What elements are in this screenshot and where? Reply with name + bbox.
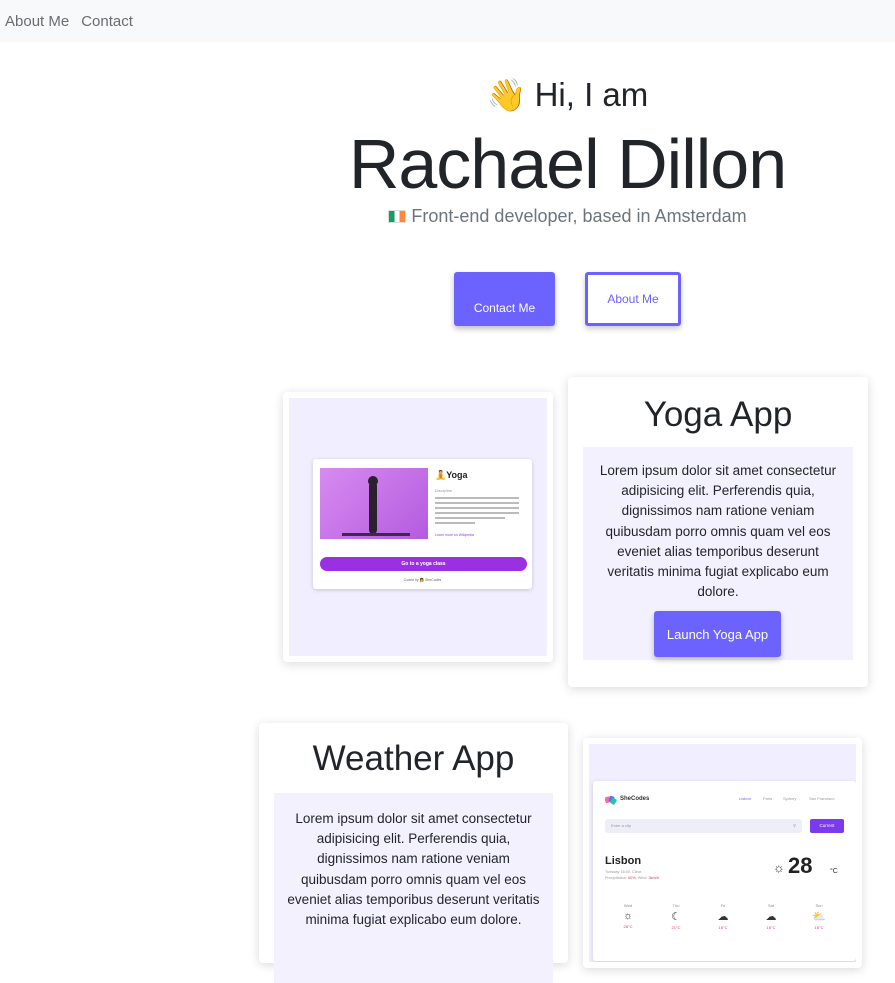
waving-hand-icon: 👋 xyxy=(486,77,527,113)
contact-me-button[interactable]: Contact Me xyxy=(454,272,555,326)
partly-cloudy-icon: ⛅ xyxy=(812,911,826,923)
weather-preview-search-placeholder: Enter a city xyxy=(611,823,632,828)
weather-preview-city-link: Sydney xyxy=(783,796,797,801)
hero-name: Rachael Dillon xyxy=(348,125,787,203)
yoga-app-description-card: Yoga App Lorem ipsum dolor sit amet cons… xyxy=(568,377,868,687)
precipitation-label: Precipitation: xyxy=(605,876,627,880)
weather-app-title: Weather App xyxy=(312,739,515,778)
text-line xyxy=(435,507,519,509)
forecast-day: Fri ☁ 16°C xyxy=(703,903,743,930)
greeting-text: Hi, I am xyxy=(534,76,649,113)
launch-yoga-app-button[interactable]: Launch Yoga App xyxy=(654,611,781,657)
sun-icon: ☼ xyxy=(622,910,634,922)
weather-preview-city-link: Paris xyxy=(763,796,773,801)
text-line xyxy=(435,512,519,514)
subtitle-text: Front-end developer, based in Amsterdam xyxy=(411,206,747,226)
weather-app-screenshot: SheCodes Lisbon Paris Sydney San Francis… xyxy=(589,744,856,962)
precipitation-value: 60% xyxy=(628,876,636,880)
weather-preview-details: Precipitation: 60%, Wind: 3km/h xyxy=(605,876,659,880)
nav-link-contact[interactable]: Contact xyxy=(81,13,133,30)
weather-preview-temperature: 28 xyxy=(788,853,813,878)
nav-link-about[interactable]: About Me xyxy=(5,13,69,30)
yoga-app-screenshot: 🧘Yoga Discipline Learn more on Wikipedia… xyxy=(289,398,547,656)
weather-preview-brand: SheCodes xyxy=(620,796,650,802)
yoga-app-description: Lorem ipsum dolor sit amet consectetur a… xyxy=(599,463,837,600)
weather-app-description-box: Lorem ipsum dolor sit amet consectetur a… xyxy=(274,793,553,983)
forecast-day: Sun ⛅ 16°C xyxy=(799,903,839,930)
cloud-icon: ☁ xyxy=(717,911,729,923)
text-line xyxy=(435,522,475,524)
sun-icon: ☼ xyxy=(773,860,785,875)
weather-preview-city-link: Lisbon xyxy=(739,796,751,801)
wind-value: 3km/h xyxy=(648,876,659,880)
cloud-icon: ☁ xyxy=(765,911,777,923)
yoga-photo xyxy=(320,468,428,539)
weather-preview-card: SheCodes Lisbon Paris Sydney San Francis… xyxy=(593,781,856,961)
search-icon: ⚲ xyxy=(793,823,796,828)
yoga-mat xyxy=(342,533,410,536)
about-me-button[interactable]: About Me xyxy=(585,272,681,326)
text-line xyxy=(435,517,505,519)
moon-icon: ☾ xyxy=(671,911,681,923)
text-line xyxy=(435,502,519,504)
forecast-day-label: Thu xyxy=(672,903,680,908)
yoga-preview-credit: Coded by 👩 SheCodes xyxy=(403,578,442,582)
top-navbar: About Me Contact xyxy=(0,0,895,42)
forecast-day-temp: 21°C xyxy=(671,925,681,930)
wind-label: Wind: xyxy=(637,876,648,880)
text-line xyxy=(435,497,519,499)
yoga-preview-title: 🧘Yoga xyxy=(435,470,468,480)
weather-preview-date: Tuesday 16:00, Clear xyxy=(605,870,642,874)
forecast-day-label: Sat xyxy=(767,903,774,908)
weather-preview-unit: °C xyxy=(830,868,838,875)
forecast-day-label: Sun xyxy=(815,903,823,908)
yoga-preview-link: Learn more on Wikipedia xyxy=(435,533,474,537)
forecast-day-label: Fri xyxy=(720,903,726,908)
weather-preview-city-link: San Francisco xyxy=(809,796,835,801)
yoga-preview-card: 🧘Yoga Discipline Learn more on Wikipedia… xyxy=(313,459,532,589)
yoga-preview-cta: Go to a yoga class xyxy=(320,557,527,571)
forecast-day-temp: 16°C xyxy=(718,925,728,930)
ireland-flag-icon xyxy=(388,210,407,223)
yoga-app-screenshot-card[interactable]: 🧘Yoga Discipline Learn more on Wikipedia… xyxy=(283,392,553,662)
forecast-day: Wed ☼ 28°C xyxy=(608,903,648,929)
yoga-preview-category: Discipline xyxy=(435,488,453,493)
weather-app-description: Lorem ipsum dolor sit amet consectetur a… xyxy=(287,811,540,928)
yoga-figure xyxy=(369,482,377,534)
hero-greeting: 👋 Hi, I am xyxy=(0,76,895,114)
forecast-day: Thu ☾ 21°C xyxy=(656,903,696,930)
forecast-day-temp: 16°C xyxy=(766,925,776,930)
forecast-day-label: Wed xyxy=(623,903,633,908)
weather-preview-city: Lisbon xyxy=(605,855,642,867)
forecast-day-temp: 28°C xyxy=(623,924,633,929)
weather-app-description-card: Weather App Lorem ipsum dolor sit amet c… xyxy=(259,723,568,983)
weather-app-screenshot-card[interactable]: SheCodes Lisbon Paris Sydney San Francis… xyxy=(583,738,862,968)
weather-preview-search: Enter a city ⚲ xyxy=(605,819,802,833)
forecast-day-temp: 16°C xyxy=(814,925,824,930)
shecodes-logo-icon xyxy=(605,795,617,805)
forecast-day: Sat ☁ 16°C xyxy=(751,903,791,930)
hero-subtitle: Front-end developer, based in Amsterdam xyxy=(0,206,895,227)
weather-preview-current-button: Current xyxy=(810,819,844,833)
yoga-app-title: Yoga App xyxy=(643,395,793,434)
